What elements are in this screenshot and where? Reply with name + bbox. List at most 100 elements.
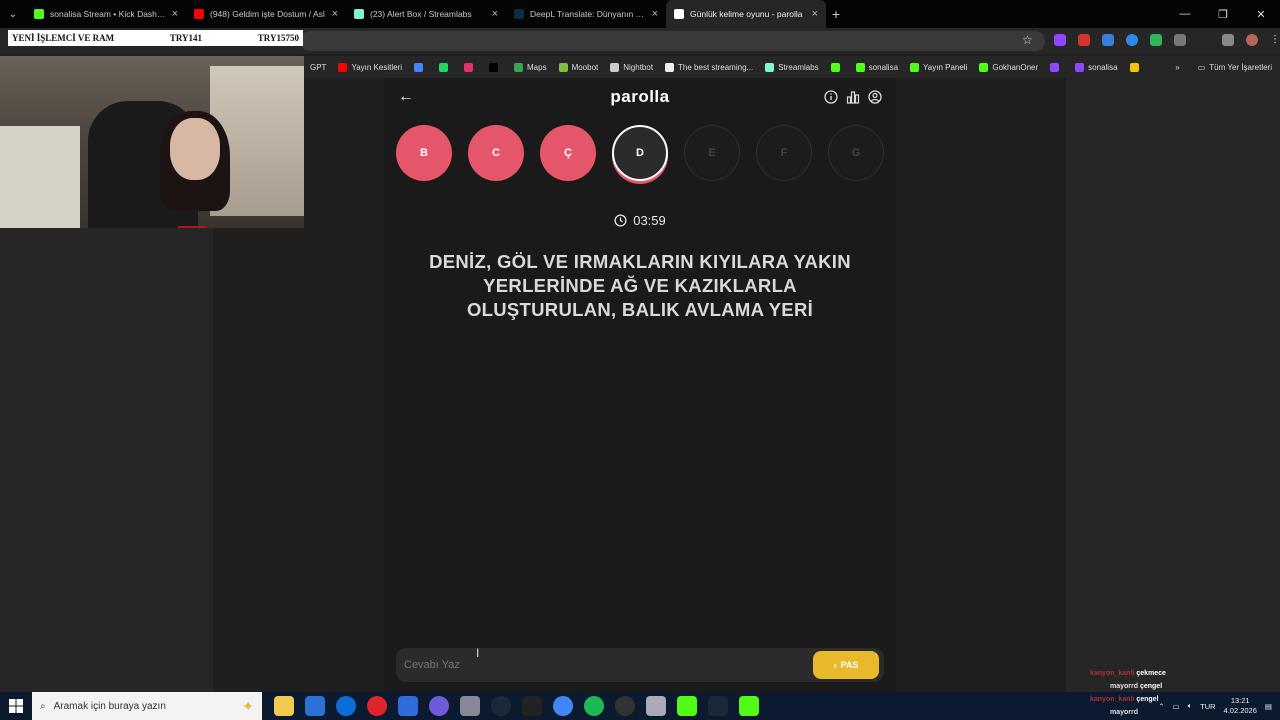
bookmark-item[interactable]: Moobot xyxy=(553,62,605,72)
chevron-right-icon[interactable]: » xyxy=(1175,63,1179,72)
bookmark-item[interactable]: sonalisa xyxy=(1069,62,1123,72)
app-icon[interactable] xyxy=(646,696,666,716)
bookmark-favicon-icon xyxy=(558,62,568,72)
close-tab-icon[interactable]: × xyxy=(172,8,178,20)
bookmark-label: The best streaming... xyxy=(678,62,754,72)
bookmark-favicon-icon xyxy=(910,62,920,72)
obs-icon[interactable] xyxy=(615,696,635,716)
kick-icon[interactable] xyxy=(739,696,759,716)
close-window-icon[interactable]: ✕ xyxy=(1242,0,1280,28)
notification-icon[interactable]: ▤ xyxy=(1265,702,1272,711)
close-tab-icon[interactable]: × xyxy=(332,8,338,20)
text-cursor-icon: I xyxy=(476,646,480,660)
chat-username: mayorrd xyxy=(1110,683,1139,690)
bookmark-item[interactable]: Streamlabs xyxy=(759,62,824,72)
question-text: DENİZ, GÖL VE IRMAKLARIN KIYILARA YAKIN … xyxy=(429,251,851,320)
clock[interactable]: 13:21 4.02.2026 xyxy=(1224,696,1257,716)
extension-icon[interactable] xyxy=(1150,34,1162,46)
store-icon[interactable] xyxy=(305,696,325,716)
info-icon[interactable] xyxy=(824,90,838,104)
app-icon[interactable] xyxy=(460,696,480,716)
bookmark-favicon-icon xyxy=(489,62,498,72)
bookmark-star-icon[interactable]: ☆ xyxy=(1022,33,1033,47)
chat-text: çengel xyxy=(1139,683,1163,690)
chrome-icon[interactable] xyxy=(553,696,573,716)
webcam-feed xyxy=(0,56,304,228)
bookmark-label: sonalisa xyxy=(1088,62,1118,72)
close-tab-icon[interactable]: × xyxy=(492,8,498,20)
tab-search-chevron-icon[interactable]: ⌄ xyxy=(0,0,26,28)
restore-icon[interactable]: ❐ xyxy=(1204,0,1242,28)
extension-icon[interactable] xyxy=(1078,34,1090,46)
bookmark-item[interactable] xyxy=(1044,62,1069,72)
browser-tab[interactable]: (948) Geldim işte Dostum / Asl × xyxy=(186,0,346,28)
answer-input[interactable] xyxy=(404,655,804,675)
spotify-icon[interactable] xyxy=(584,696,604,716)
left-panel xyxy=(0,228,213,692)
bookmark-item[interactable]: GokhanOner xyxy=(973,62,1044,72)
bookmark-favicon-icon xyxy=(338,62,348,72)
extension-icon[interactable] xyxy=(1102,34,1114,46)
header-icons xyxy=(824,90,882,104)
chat-message: kanyon_kanli çengel xyxy=(1090,696,1210,709)
search-icon: ⌕ xyxy=(40,700,46,712)
steam-icon[interactable] xyxy=(491,696,511,716)
extension-icon[interactable] xyxy=(1126,34,1138,46)
steam-icon[interactable] xyxy=(708,696,728,716)
opera-icon[interactable] xyxy=(367,696,387,716)
bookmark-item[interactable]: GPT xyxy=(304,63,332,72)
folder-icon: ▭ xyxy=(1197,62,1206,72)
minimize-icon[interactable]: — xyxy=(1166,0,1204,28)
bookmark-item[interactable]: sonalisa xyxy=(850,62,904,72)
letter-circle-done: C xyxy=(468,125,524,181)
tab-favicon-icon xyxy=(674,9,684,19)
browser-tab[interactable]: DeepL Translate: Dünyanın en d × xyxy=(506,0,666,28)
file-explorer-icon[interactable] xyxy=(274,696,294,716)
letter-circle-pending: G xyxy=(828,125,884,181)
bookmark-favicon-icon xyxy=(830,62,840,72)
kick-icon[interactable] xyxy=(677,696,697,716)
bookmark-item[interactable]: Nightbot xyxy=(604,62,659,72)
chat-username: mayorrd xyxy=(1110,709,1139,716)
bookmark-item[interactable] xyxy=(408,62,433,72)
pass-button[interactable]: › PAS xyxy=(813,651,879,679)
new-tab-plus-icon[interactable]: + xyxy=(826,6,846,22)
close-tab-icon[interactable]: × xyxy=(652,8,658,20)
clock-date: 4.02.2026 xyxy=(1223,706,1257,715)
browser-tab[interactable]: Günlük kelime oyunu - parolla × xyxy=(666,0,826,28)
bookmark-item[interactable]: Maps xyxy=(508,62,553,72)
extension-icon[interactable] xyxy=(1054,34,1066,46)
profile-icon[interactable] xyxy=(868,90,882,104)
bookmark-item[interactable]: Yayın Kesitleri xyxy=(332,62,408,72)
epic-games-icon[interactable] xyxy=(522,696,542,716)
bookmark-item[interactable]: The best streaming... xyxy=(659,62,759,72)
bookmark-item[interactable] xyxy=(458,62,483,72)
bookmark-list: GPT Yayın Kesitleri Maps Moobot Nightbot The … xyxy=(304,62,1149,72)
settings-app-icon[interactable] xyxy=(398,696,418,716)
browser-tab[interactable]: sonalisa Stream • Kick Dashboa × xyxy=(26,0,186,28)
windows-start-icon[interactable] xyxy=(0,692,32,720)
discord-icon[interactable] xyxy=(429,696,449,716)
windows-taskbar: ⌕ Aramak için buraya yazın ✦ ⌃ ▭ 🔈︎ TUR … xyxy=(0,692,1280,720)
bookmark-item[interactable] xyxy=(433,62,458,72)
browser-tab[interactable]: (23) Alert Box / Streamlabs × xyxy=(346,0,506,28)
profile-avatar[interactable] xyxy=(1246,34,1258,46)
bookmark-favicon-icon xyxy=(1050,62,1060,72)
menu-dots-icon[interactable]: ⋮ xyxy=(1270,34,1280,46)
taskbar-search[interactable]: ⌕ Aramak için buraya yazın ✦ xyxy=(32,692,262,720)
bookmark-label: Moobot xyxy=(571,62,599,72)
bookmark-item[interactable] xyxy=(483,62,508,72)
bookmark-item[interactable]: Yayın Paneli xyxy=(904,62,973,72)
edge-icon[interactable] xyxy=(336,696,356,716)
all-bookmarks[interactable]: » ▭ Tüm Yer İşaretleri xyxy=(1167,56,1272,78)
bookmark-favicon-icon xyxy=(414,62,423,72)
media-icon[interactable] xyxy=(1222,34,1234,46)
close-tab-icon[interactable]: × xyxy=(812,8,818,20)
tab-title: (948) Geldim işte Dostum / Asl xyxy=(210,9,325,19)
taskbar-search-placeholder: Aramak için buraya yazın xyxy=(53,700,166,712)
address-bar[interactable] xyxy=(300,31,1045,51)
stats-icon[interactable] xyxy=(846,90,860,104)
bookmark-item[interactable] xyxy=(825,62,850,72)
bookmark-item[interactable] xyxy=(1124,62,1149,72)
puzzle-icon[interactable] xyxy=(1174,34,1186,46)
